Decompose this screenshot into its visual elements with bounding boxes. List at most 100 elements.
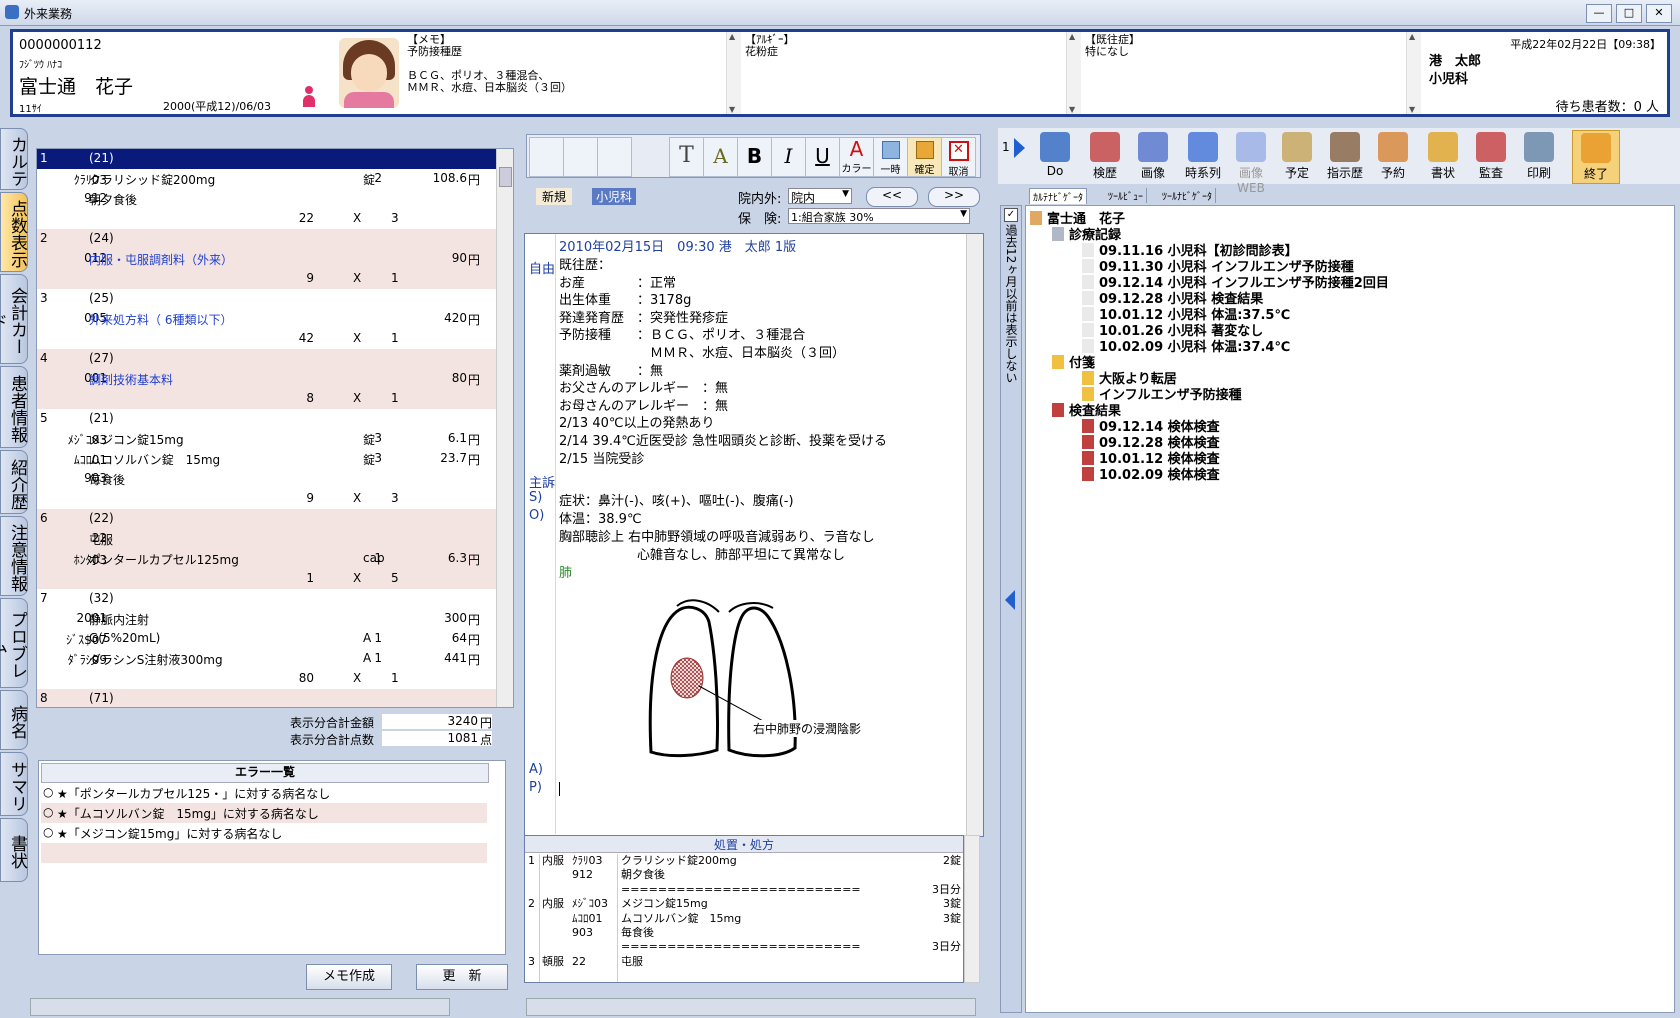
prescription-scrollbar[interactable] (964, 835, 980, 983)
order-item[interactable]: 012 内服・屯服調剤料（外来） 90 円 (37, 249, 497, 269)
confirm-button[interactable]: 確定 (907, 137, 942, 177)
radio-icon[interactable]: ○ (43, 825, 53, 839)
tab-problem[interactable]: プロブレム (0, 598, 28, 688)
update-button[interactable]: 更 新 (416, 964, 508, 990)
order-header[interactable]: 7 (32) (37, 589, 497, 609)
record-node[interactable]: 10.02.09 小児科 体温:37.4℃ (1082, 336, 1290, 355)
allergy-panel[interactable]: 【ｱﾙｷﾞｰ】 花粉症 (741, 32, 1084, 114)
do-button[interactable]: Do (1032, 130, 1078, 182)
dept-badge[interactable]: 小児科 (592, 188, 637, 205)
prescription-panel[interactable]: 処置・処方 1 内服 ｸﾗﾘ03 クラリシッド錠200mg 2錠 912 朝夕食後 =====… (524, 835, 964, 983)
blank-button[interactable] (529, 137, 564, 177)
lab-node[interactable]: 10.02.09 検体検査 (1082, 464, 1220, 483)
tab-patient-info[interactable]: 患者情報 (0, 366, 28, 448)
audit-button[interactable]: 監査 (1468, 130, 1514, 182)
insurance-select[interactable]: 1:組合家族 30% ▼ (788, 208, 970, 224)
side-collapse-bar[interactable]: ✓ 過去12ヶ月以前は表示しない (1000, 205, 1022, 1013)
order-item[interactable]: 22 屯服 (37, 529, 497, 549)
order-header[interactable]: 6 (22) (37, 509, 497, 529)
history-panel[interactable]: 【既往症】 特になし (1081, 32, 1424, 114)
lung-drawing[interactable] (559, 582, 859, 778)
blank-button[interactable] (597, 137, 632, 177)
image-button[interactable]: 画像 (1130, 130, 1176, 182)
appointment-button[interactable]: 予約 (1370, 130, 1416, 182)
order-item[interactable]: 903 毎食後 (37, 469, 497, 489)
memo-scrollbar[interactable] (726, 32, 741, 114)
order-history-button[interactable]: 指示歴 (1322, 130, 1368, 182)
rx-row[interactable]: 903 毎食後 (525, 926, 963, 940)
rx-row[interactable]: 3 頓服 22 屯服 (525, 955, 963, 969)
order-header[interactable]: 4 (27) (37, 349, 497, 369)
order-item[interactable]: ﾑｺﾛ01 ムコソルバン錠 15mg 3 錠 23.7 円 (37, 449, 497, 469)
order-item[interactable]: ﾀﾞﾗｼ09 ダラシンS注射液300mg 1 A 441 円 (37, 649, 497, 669)
order-item[interactable]: ﾒｼﾞｺ03 メジコン錠15mg 3 錠 6.1 円 (37, 429, 497, 449)
temp-save-button[interactable]: 一時 (873, 137, 908, 177)
bold-icon[interactable]: B (737, 137, 772, 177)
blank-button[interactable] (563, 137, 598, 177)
tab-karte[interactable]: カルテ (0, 128, 28, 190)
tab-points[interactable]: 点数表示 (0, 192, 28, 272)
rx-row[interactable]: ================================ 3日分 (525, 940, 963, 954)
order-item[interactable]: ﾎﾝﾀ03 ポンタールカプセル125mg 1 cap 6.3 円 (37, 549, 497, 569)
tab-disease[interactable]: 病名 (0, 690, 28, 750)
order-header[interactable]: 2 (24) (37, 229, 497, 249)
color-button[interactable]: A カラー (839, 137, 874, 177)
error-item[interactable]: ○ ★「ポンタールカプセル125・」に対する病名なし (41, 783, 487, 803)
next-button[interactable]: >> (928, 187, 980, 207)
tab-karte-navigator[interactable]: ｶﾙﾃﾅﾋﾞｹﾞｰﾀ (1029, 188, 1087, 204)
radio-icon[interactable]: ○ (43, 805, 53, 819)
font-size-icon[interactable]: A (703, 137, 738, 177)
memo-create-button[interactable]: メモ作成 (306, 964, 392, 990)
cancel-button[interactable]: ✕ 取消 (941, 137, 976, 178)
letter-button[interactable]: 書状 (1420, 130, 1466, 182)
rx-row[interactable]: ﾑｺﾛ01 ムコソルバン錠 15mg 3錠 (525, 912, 963, 926)
order-header[interactable]: 3 (25) (37, 289, 497, 309)
order-header[interactable]: 1 (21) (37, 149, 497, 169)
points-list[interactable]: 1 (21) ｸﾗﾘ03 クラリシッド錠200mg 2 錠 108.6 円 912 朝夕食後 22 X… (36, 148, 514, 708)
error-item[interactable]: ○ ★「メジコン錠15mg」に対する病名なし (41, 823, 487, 843)
order-header[interactable]: 5 (21) (37, 409, 497, 429)
prev-button[interactable]: << (866, 187, 918, 207)
radio-icon[interactable]: ○ (43, 785, 53, 799)
print-button[interactable]: 印刷 (1516, 130, 1562, 182)
order-header[interactable]: 8 (71) (37, 689, 497, 707)
close-window-button[interactable]: ✕ (1646, 4, 1672, 23)
order-item[interactable]: 005 外来処方料（ 6種類以下） 420 円 (37, 309, 497, 329)
allergy-scrollbar[interactable] (1066, 32, 1081, 114)
memo-panel[interactable]: 【メモ】 予防接種歴 ＢＣＧ、ポリオ、３種混合、 ＭＭＲ、水痘、日本脳炎（３回） (403, 32, 744, 114)
history-scrollbar[interactable] (1406, 32, 1421, 114)
karte-scrollbar[interactable] (966, 234, 983, 836)
order-item[interactable]: 001 調剤技術基本料 80 円 (37, 369, 497, 389)
text-style-icon[interactable]: T (669, 137, 704, 177)
inout-select[interactable]: 院内 ▼ (788, 188, 852, 205)
play-icon[interactable] (1014, 138, 1025, 158)
order-item[interactable]: ｸﾗﾘ03 クラリシッド錠200mg 2 錠 108.6 円 (37, 169, 497, 189)
error-item[interactable]: ○ ★「ムコソルバン錠 15mg」に対する病名なし (41, 803, 487, 823)
tab-caution[interactable]: 注意情報 (0, 516, 28, 596)
lab-history-button[interactable]: 検歴 (1082, 130, 1128, 182)
maximize-button[interactable]: □ (1616, 4, 1642, 23)
rx-row[interactable]: 2 内服 ﾒｼﾞｺ03 メジコン錠15mg 3錠 (525, 897, 963, 911)
tab-tool-navigator[interactable]: ﾂｰﾙﾅﾋﾞｹﾞｰﾀ (1159, 188, 1216, 203)
rx-row[interactable]: ================================ 3日分 (525, 883, 963, 897)
minimize-button[interactable]: — (1586, 4, 1612, 23)
error-list[interactable]: エラー一覧 ○ ★「ポンタールカプセル125・」に対する病名なし ○ ★「ムコソルバ… (38, 760, 506, 955)
order-item[interactable]: 2001 静脈内注射 300 円 (37, 609, 497, 629)
tab-referral[interactable]: 紹介歴 (0, 450, 28, 514)
checkbox[interactable]: ✓ (1004, 208, 1018, 222)
schedule-button[interactable]: 予定 (1274, 130, 1320, 182)
tab-letters[interactable]: 書状 (0, 818, 28, 882)
rx-row[interactable]: 1 内服 ｸﾗﾘ03 クラリシッド錠200mg 2錠 (525, 854, 963, 868)
tab-summary[interactable]: サマリ (0, 752, 28, 816)
order-item[interactable]: 912 朝夕食後 (37, 189, 497, 209)
tab-tool-view[interactable]: ﾂｰﾙﾋﾞｭｰ (1105, 188, 1147, 203)
rx-row[interactable]: 912 朝夕食後 (525, 868, 963, 882)
tab-account-card[interactable]: 会計カード (0, 274, 28, 364)
collapse-arrow-icon[interactable] (1005, 590, 1015, 610)
exit-button[interactable]: 終了 (1572, 130, 1620, 184)
timeline-button[interactable]: 時系列 (1180, 130, 1226, 182)
karte-editor[interactable]: 2010年02月15日 09:30 港 太郎 1版 自由 既往歴： お産 ：正常出… (524, 233, 984, 837)
order-item[interactable]: ｼﾞｽ$07 G(5%20mL) 1 A 64 円 (37, 629, 497, 649)
karte-navigator-tree[interactable]: 富士通 花子 診療記録 09.11.16 小児科【初診問診表】 09.11.30 小児… (1025, 205, 1675, 1013)
underline-icon[interactable]: U (805, 137, 840, 177)
